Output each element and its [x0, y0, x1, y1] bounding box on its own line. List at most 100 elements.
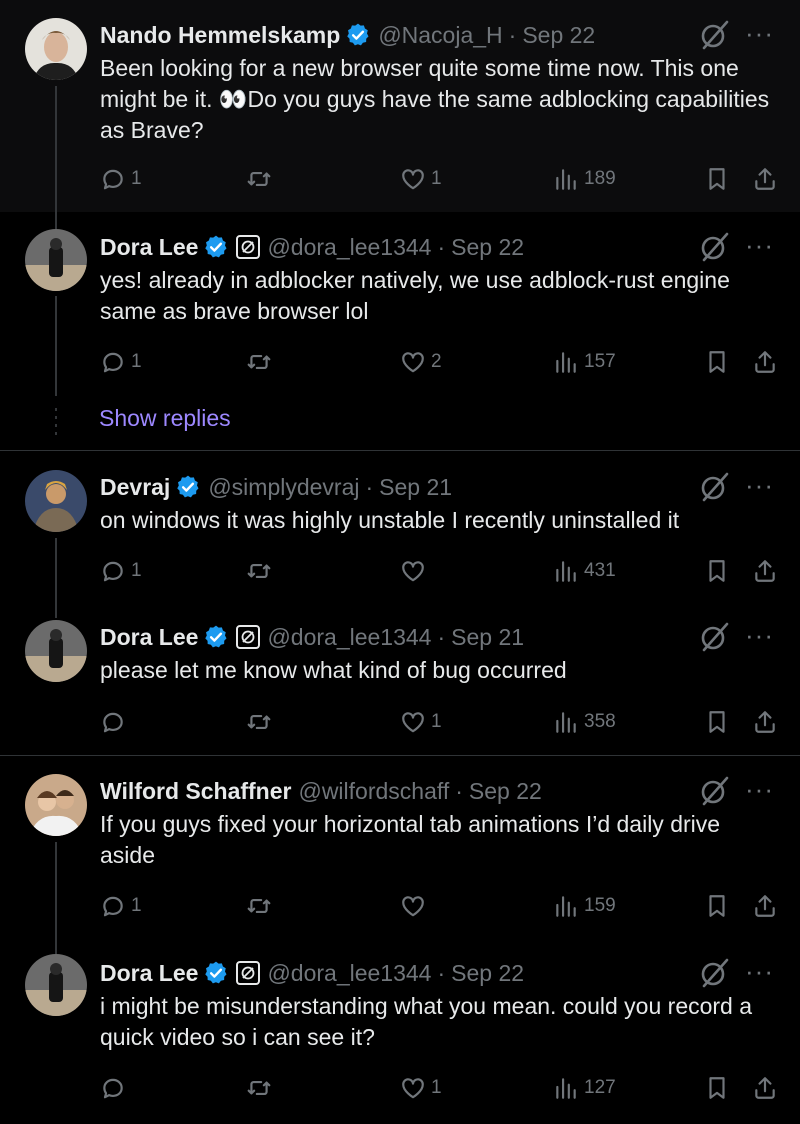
affiliate-badge-icon[interactable] — [236, 625, 261, 649]
reply-button[interactable] — [100, 709, 131, 735]
reply-icon — [103, 896, 123, 917]
tweet-text: Been looking for a new browser quite som… — [100, 55, 770, 143]
tweet-actions: 1 1 189 — [100, 164, 780, 194]
tweet[interactable]: Wilford Schaffner @wilfordschaff · Sep 2… — [0, 756, 800, 938]
reply-count: 1 — [131, 351, 142, 372]
grok-icon[interactable] — [698, 774, 732, 808]
tweet-date[interactable]: Sep 21 — [379, 474, 452, 501]
user-handle[interactable]: @simplydevraj — [208, 474, 359, 501]
share-button[interactable] — [752, 709, 778, 735]
grok-icon[interactable] — [698, 470, 732, 504]
grok-icon[interactable] — [698, 620, 732, 654]
view-count: 127 — [584, 1077, 616, 1098]
more-options-icon[interactable]: ··· — [745, 776, 774, 802]
reply-button[interactable]: 1 — [100, 558, 142, 584]
tweet-date[interactable]: Sep 22 — [451, 234, 524, 261]
bookmark-button[interactable] — [704, 1075, 730, 1101]
tweet[interactable]: Dora Lee @dora_lee1344 · Sep 22 ··· i mi… — [0, 938, 800, 1124]
share-button[interactable] — [752, 893, 778, 919]
user-handle[interactable]: @dora_lee1344 — [267, 624, 431, 651]
more-options-icon[interactable]: ··· — [745, 20, 774, 46]
tweet-date[interactable]: Sep 22 — [469, 778, 542, 805]
separator-dot: · — [508, 21, 517, 48]
retweet-button[interactable] — [246, 893, 277, 919]
bookmark-button[interactable] — [704, 893, 730, 919]
user-handle[interactable]: @dora_lee1344 — [267, 960, 431, 987]
tweet-date[interactable]: Sep 21 — [451, 624, 524, 651]
affiliate-badge-icon[interactable] — [236, 235, 261, 259]
display-name[interactable]: Wilford Schaffner — [100, 778, 291, 805]
retweet-button[interactable] — [246, 1075, 277, 1101]
like-button[interactable]: 1 — [400, 709, 442, 735]
retweet-icon — [247, 354, 271, 370]
like-button[interactable] — [400, 558, 431, 584]
display-name[interactable]: Nando Hemmelskamp — [100, 22, 340, 49]
retweet-button[interactable] — [246, 166, 277, 192]
avatar[interactable] — [25, 774, 87, 836]
bookmark-button[interactable] — [704, 166, 730, 192]
views-button[interactable]: 358 — [553, 709, 616, 735]
views-button[interactable]: 431 — [553, 558, 616, 584]
reply-button[interactable]: 1 — [100, 166, 142, 192]
retweet-button[interactable] — [246, 349, 277, 375]
share-button[interactable] — [752, 558, 778, 584]
bookmark-button[interactable] — [704, 558, 730, 584]
verified-badge-icon — [205, 961, 227, 984]
user-handle[interactable]: @Nacoja_H — [378, 22, 502, 49]
reply-icon — [103, 561, 123, 582]
share-button[interactable] — [752, 166, 778, 192]
tweet-date[interactable]: Sep 22 — [522, 22, 595, 49]
share-button[interactable] — [752, 349, 778, 375]
views-button[interactable]: 159 — [553, 893, 616, 919]
retweet-button[interactable] — [246, 558, 277, 584]
like-button[interactable]: 1 — [400, 166, 442, 192]
reply-button[interactable]: 1 — [100, 349, 142, 375]
views-button[interactable]: 157 — [553, 349, 616, 375]
reply-button[interactable] — [100, 1075, 131, 1101]
like-button[interactable]: 1 — [400, 1075, 442, 1101]
views-icon — [556, 561, 576, 582]
view-count: 189 — [584, 168, 616, 189]
like-button[interactable]: 2 — [400, 349, 442, 375]
avatar[interactable] — [25, 18, 87, 80]
retweet-button[interactable] — [246, 709, 277, 735]
retweet-icon — [247, 898, 271, 914]
heart-icon — [402, 712, 424, 733]
grok-icon[interactable] — [698, 230, 732, 264]
tweet[interactable]: Devraj @simplydevraj · Sep 21 ··· on win… — [0, 452, 800, 602]
more-options-icon[interactable]: ··· — [745, 232, 774, 258]
reply-count: 1 — [131, 560, 142, 581]
tweet[interactable]: Nando Hemmelskamp @Nacoja_H · Sep 22 ···… — [0, 0, 800, 212]
views-button[interactable]: 127 — [553, 1075, 616, 1101]
more-options-icon[interactable]: ··· — [745, 472, 774, 498]
more-options-icon[interactable]: ··· — [745, 622, 774, 648]
avatar[interactable] — [25, 954, 87, 1016]
tweet-actions: 1 2 157 — [100, 347, 780, 377]
reply-button[interactable]: 1 — [100, 893, 142, 919]
display-name[interactable]: Devraj — [100, 474, 170, 501]
bookmark-button[interactable] — [704, 349, 730, 375]
tweet-header: Dora Lee @dora_lee1344 · Sep 22 ··· — [100, 958, 774, 988]
avatar[interactable] — [25, 620, 87, 682]
share-button[interactable] — [752, 1075, 778, 1101]
show-replies-link[interactable]: Show replies — [99, 405, 231, 432]
display-name[interactable]: Dora Lee — [100, 624, 198, 651]
affiliate-badge-icon[interactable] — [236, 961, 261, 985]
share-icon — [755, 560, 775, 582]
avatar[interactable] — [25, 470, 87, 532]
bookmark-icon — [709, 351, 725, 373]
views-icon — [556, 352, 576, 373]
display-name[interactable]: Dora Lee — [100, 234, 198, 261]
avatar[interactable] — [25, 229, 87, 291]
tweet[interactable]: Dora Lee @dora_lee1344 · Sep 21 ··· plea… — [0, 602, 800, 754]
grok-icon[interactable] — [698, 956, 732, 990]
tweet-date[interactable]: Sep 22 — [451, 960, 524, 987]
views-button[interactable]: 189 — [553, 166, 616, 192]
user-handle[interactable]: @dora_lee1344 — [267, 234, 431, 261]
display-name[interactable]: Dora Lee — [100, 960, 198, 987]
user-handle[interactable]: @wilfordschaff — [298, 778, 449, 805]
like-button[interactable] — [400, 893, 431, 919]
bookmark-button[interactable] — [704, 709, 730, 735]
more-options-icon[interactable]: ··· — [745, 958, 774, 984]
grok-icon[interactable] — [698, 18, 732, 52]
